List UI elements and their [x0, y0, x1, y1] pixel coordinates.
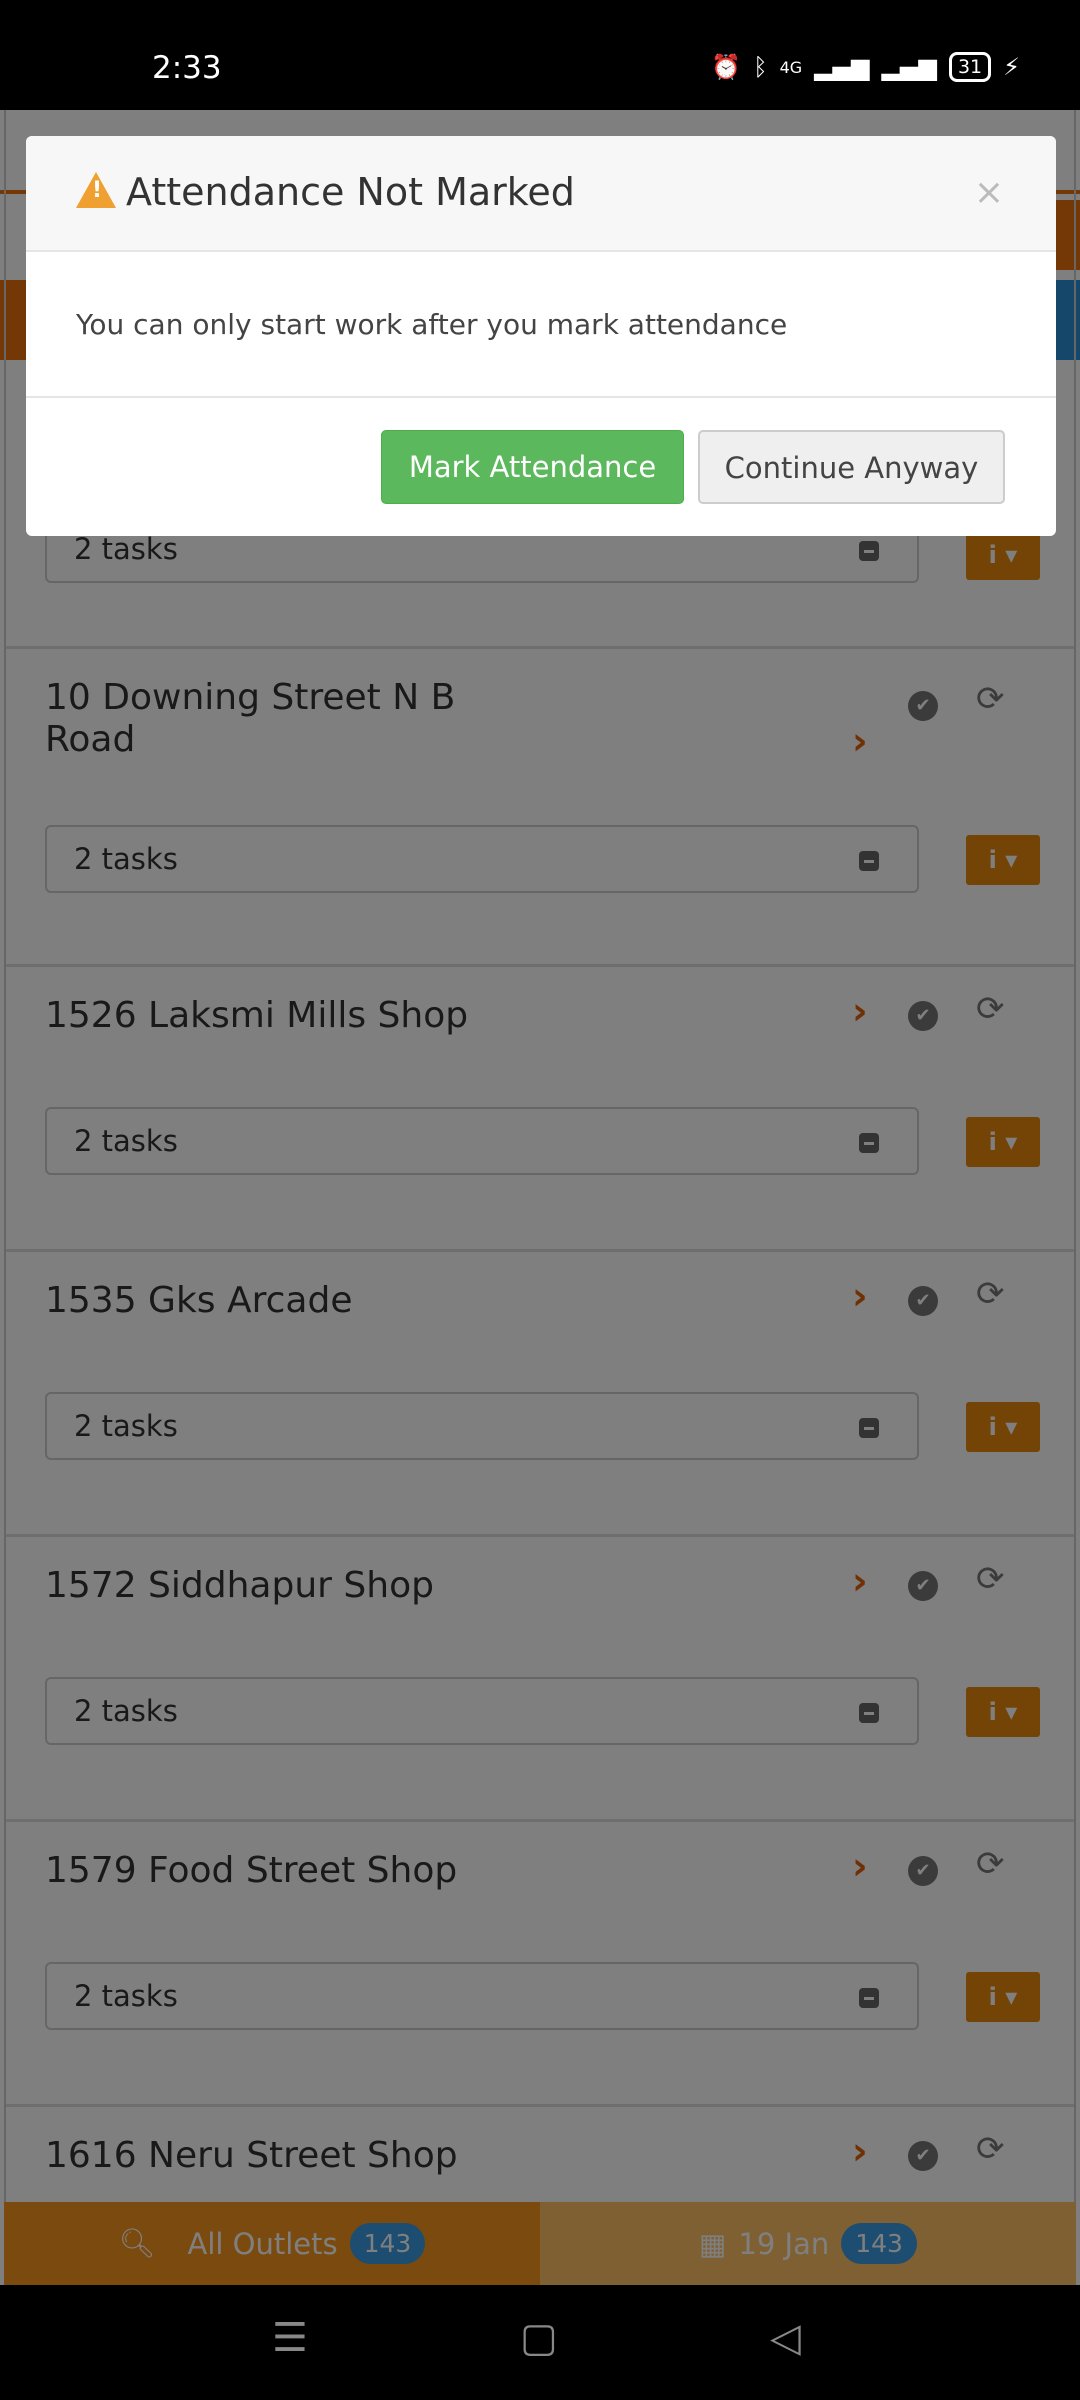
attendance-modal: ! Attendance Not Marked × You can only s… [26, 136, 1056, 536]
clock: 2:33 [152, 50, 222, 86]
modal-header: ! Attendance Not Marked × [26, 136, 1056, 252]
back-icon[interactable]: ◁ [770, 2315, 801, 2361]
network-label: 4G [779, 57, 803, 77]
home-icon[interactable]: ▢ [520, 2315, 558, 2361]
modal-title: Attendance Not Marked [126, 170, 575, 214]
recents-icon[interactable]: ☰ [272, 2315, 308, 2361]
bluetooth-icon: ᛒ [753, 53, 768, 81]
warning-icon: ! [76, 172, 116, 208]
modal-footer: Mark Attendance Continue Anyway [26, 398, 1056, 536]
signal-icon: ▂▄▆ [814, 53, 870, 81]
charging-icon: ⚡ [1003, 53, 1020, 81]
alarm-icon: ⏰ [711, 53, 742, 81]
modal-message: You can only start work after you mark a… [26, 252, 1056, 398]
battery-icon: 31 [948, 52, 992, 82]
signal-icon-2: ▂▄▆ [881, 53, 937, 81]
system-nav-bar: ☰ ▢ ◁ [0, 2285, 1080, 2400]
mark-attendance-button[interactable]: Mark Attendance [381, 430, 684, 504]
status-bar: 2:33 ⏰ ᛒ 4G ▂▄▆ ▂▄▆ 31 ⚡ [0, 0, 1080, 110]
continue-anyway-button[interactable]: Continue Anyway [698, 430, 1005, 504]
close-icon[interactable]: × [974, 172, 1004, 213]
